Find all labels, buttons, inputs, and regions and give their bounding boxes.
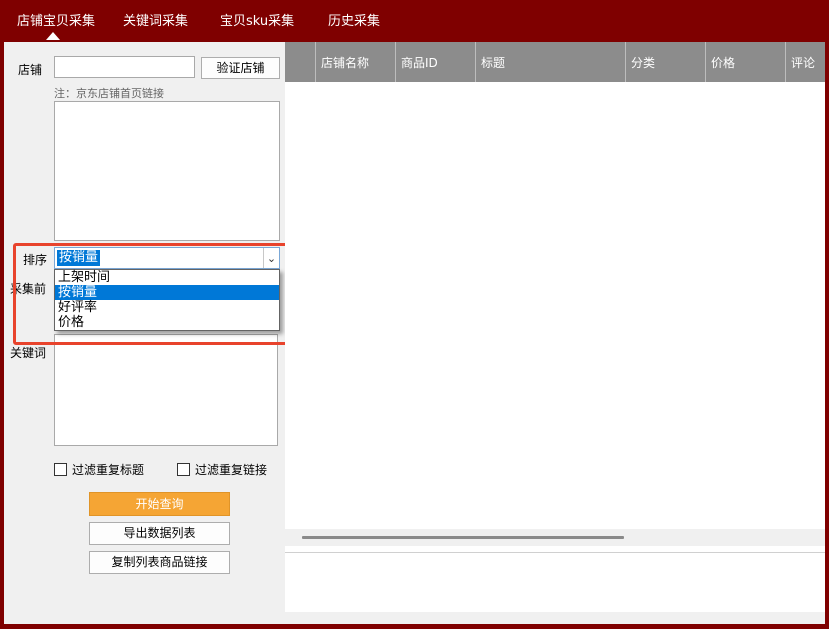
grid-column-category[interactable]: 分类 bbox=[625, 42, 705, 82]
shop-link-note: 注：京东店铺首页链接 bbox=[54, 87, 164, 100]
keyword-label: 关键词 bbox=[10, 346, 47, 360]
copy-product-links-button[interactable]: 复制列表商品链接 bbox=[89, 551, 230, 574]
filter-duplicate-link-label: 过滤重复链接 bbox=[195, 463, 268, 477]
grid-column-title[interactable]: 标题 bbox=[475, 42, 625, 82]
grid-column-shop-name[interactable]: 店铺名称 bbox=[315, 42, 395, 82]
tab-history[interactable]: 历史采集 bbox=[328, 10, 380, 29]
shop-label: 店铺 bbox=[18, 63, 43, 77]
grid-header: 店铺名称 商品ID 标题 分类 价格 评论 bbox=[285, 42, 825, 82]
scrollbar-thumb[interactable] bbox=[302, 536, 624, 539]
filter-duplicate-link-checkbox[interactable]: 过滤重复链接 bbox=[177, 461, 267, 478]
checkbox-icon bbox=[177, 463, 190, 476]
active-tab-indicator-icon bbox=[46, 32, 60, 40]
grid-column-index[interactable] bbox=[285, 42, 315, 82]
verify-shop-button[interactable]: 验证店铺 bbox=[201, 57, 280, 79]
tab-sku-collect[interactable]: 宝贝sku采集 bbox=[220, 10, 294, 29]
horizontal-scrollbar[interactable] bbox=[285, 529, 825, 546]
tab-keyword-collect[interactable]: 关键词采集 bbox=[123, 10, 188, 29]
results-panel: 店铺名称 商品ID 标题 分类 价格 评论 bbox=[285, 42, 825, 624]
grid-column-reviews[interactable]: 评论 bbox=[785, 42, 825, 82]
start-query-button[interactable]: 开始查询 bbox=[89, 492, 230, 516]
tab-shop-collect[interactable]: 店铺宝贝采集 bbox=[17, 10, 95, 29]
shop-links-textarea[interactable] bbox=[54, 101, 280, 241]
log-textarea[interactable] bbox=[285, 552, 825, 613]
shop-input[interactable] bbox=[54, 56, 195, 78]
annotation-highlight-box bbox=[13, 243, 299, 345]
log-scroll-area bbox=[285, 612, 825, 624]
grid-column-product-id[interactable]: 商品ID bbox=[395, 42, 475, 82]
filter-duplicate-title-checkbox[interactable]: 过滤重复标题 bbox=[54, 461, 144, 478]
tab-bar: 店铺宝贝采集 关键词采集 宝贝sku采集 历史采集 bbox=[0, 0, 829, 40]
checkbox-icon bbox=[54, 463, 67, 476]
filter-duplicate-title-label: 过滤重复标题 bbox=[72, 463, 145, 477]
grid-column-price[interactable]: 价格 bbox=[705, 42, 785, 82]
keyword-textarea[interactable] bbox=[54, 334, 278, 446]
export-data-button[interactable]: 导出数据列表 bbox=[89, 522, 230, 545]
